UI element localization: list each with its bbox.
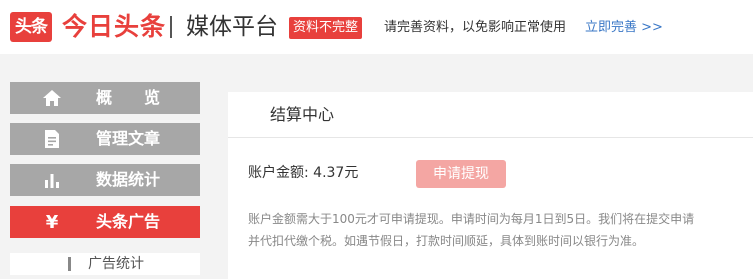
subitem-marker	[68, 257, 71, 271]
sidebar-item-overview[interactable]: 概 览	[10, 82, 200, 114]
sidebar-item-manage-articles[interactable]: 管理文章	[10, 123, 200, 155]
account-balance: 账户金额: 4.37元	[248, 165, 359, 181]
document-icon	[40, 123, 64, 155]
sidebar-subitem-ad-stats[interactable]: 广告统计	[10, 253, 200, 275]
bar-chart-icon	[40, 164, 64, 196]
note-line-2: 并代扣代缴个税。如遇节假日，打款时间顺延，具体到账时间以银行为准。	[248, 234, 645, 248]
profile-notice-text: 请完善资料，以免影响正常使用	[384, 20, 567, 35]
sidebar-item-label: 管理文章	[96, 129, 161, 148]
sidebar-item-ads[interactable]: ¥ 头条广告	[10, 206, 200, 238]
logo-icon[interactable]: 头条	[10, 12, 52, 42]
note-line-1: 账户金额需大于100元才可申请提现。申请时间为每月1日到5日。我们将在提交申请	[248, 212, 695, 226]
sidebar-item-statistics[interactable]: 数据统计	[10, 164, 200, 196]
top-header: 头条 今日头条 媒体平台 资料不完整 请完善资料，以免影响正常使用 立即完善 >…	[0, 0, 753, 54]
sidebar-subitem-label: 广告统计	[88, 256, 144, 272]
platform-title: 媒体平台	[186, 14, 278, 40]
panel-divider	[228, 137, 753, 138]
sidebar-item-label: 数据统计	[96, 170, 161, 189]
sidebar-item-label: 头条广告	[96, 212, 161, 231]
page-title: 结算中心	[270, 105, 335, 124]
incomplete-profile-badge: 资料不完整	[289, 17, 363, 39]
complete-profile-link[interactable]: 立即完善 >>	[585, 17, 663, 39]
withdraw-rules-note: 账户金额需大于100元才可申请提现。申请时间为每月1日到5日。我们将在提交申请 …	[248, 208, 753, 252]
sidebar-item-label: 概 览	[96, 88, 161, 107]
withdraw-button[interactable]: 申请提现	[416, 160, 506, 188]
logo-text[interactable]: 今日头条	[62, 10, 166, 44]
header-divider	[170, 16, 172, 38]
settlement-panel: 结算中心 账户金额: 4.37元 申请提现 账户金额需大于100元才可申请提现。…	[228, 92, 753, 279]
yen-icon: ¥	[45, 211, 59, 233]
home-icon	[40, 82, 64, 114]
